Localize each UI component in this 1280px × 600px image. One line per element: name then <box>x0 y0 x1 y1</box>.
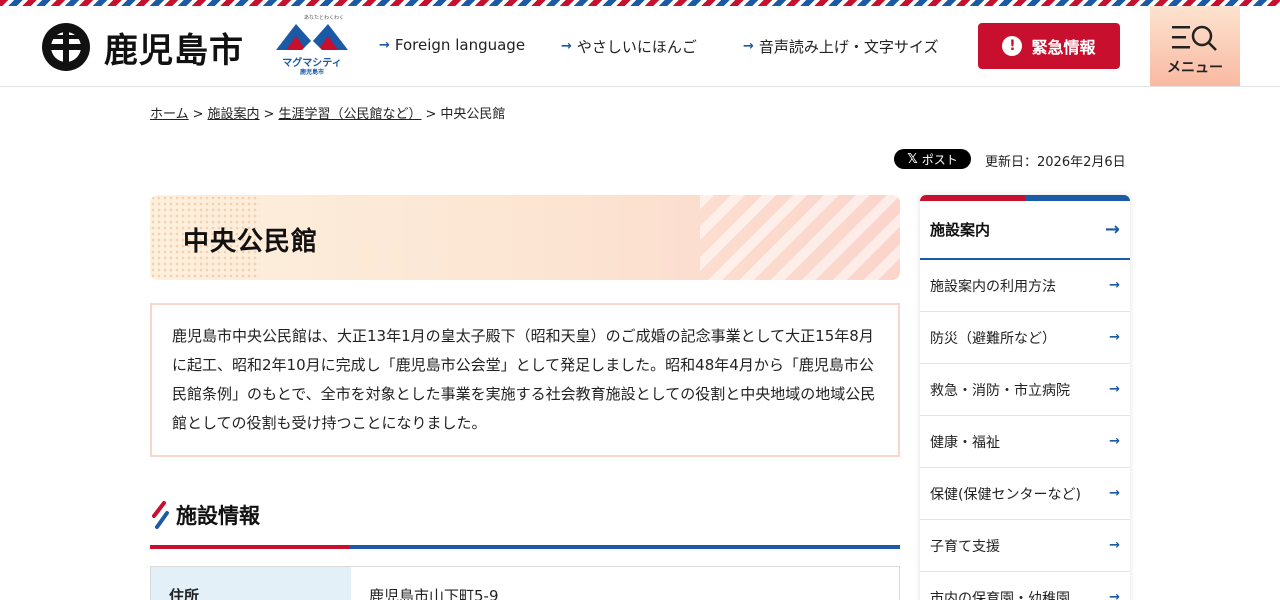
alert-icon: ! <box>1002 36 1023 56</box>
arrow-right-icon: → <box>379 37 390 53</box>
easy-japanese-label: やさしいにほんご <box>576 38 697 56</box>
sidebar-item-label: 健康・福祉 <box>930 434 1000 451</box>
city-emblem-icon <box>42 23 90 71</box>
breadcrumb-separator: > <box>263 107 275 122</box>
sidebar-item-label: 防災（避難所など） <box>930 330 1056 347</box>
updated-date: 更新日：2026年2月6日 <box>985 155 1126 170</box>
sidebar-heading: 施設案内 <box>930 221 991 239</box>
sidebar-item-label: 施設案内の利用方法 <box>930 278 1056 295</box>
emergency-label: 緊急情報 <box>1031 38 1096 57</box>
sub-logo-tagline: あなたとわくわく <box>304 15 345 21</box>
easy-japanese-link[interactable]: → やさしいにほんご <box>561 36 697 57</box>
arrow-right-icon: → <box>1109 382 1120 397</box>
site-name: 鹿児島市 <box>104 30 244 71</box>
table-header-address: 住所 <box>151 567 351 600</box>
breadcrumb-home[interactable]: ホーム <box>150 107 189 122</box>
banner-stripes-decoration <box>700 195 900 280</box>
breadcrumb: ホーム > 施設案内 > 生涯学習（公民館など） > 中央公民館 <box>150 103 505 122</box>
post-label: ポスト <box>921 152 958 167</box>
sidebar-item-health[interactable]: 健康・福祉 → <box>920 416 1130 468</box>
foreign-language-link[interactable]: → Foreign language <box>379 36 525 54</box>
intro-text: 鹿児島市中央公民館は、大正13年1月の皇太子殿下（昭和天皇）のご成婚の記念事業と… <box>150 303 900 457</box>
arrow-right-icon: → <box>1109 590 1120 600</box>
breadcrumb-current: 中央公民館 <box>440 107 506 122</box>
sidebar-item-label: 保健(保健センターなど) <box>930 486 1081 503</box>
menu-button[interactable]: メニュー <box>1150 6 1240 86</box>
sidebar-item-childcare[interactable]: 子育て支援 → <box>920 520 1130 572</box>
sub-logo-label: マグマシティ <box>282 58 342 69</box>
accessibility-label: 音声読み上げ・文字サイズ <box>758 38 939 56</box>
sidebar-item-label: 救急・消防・市立病院 <box>930 382 1070 399</box>
menu-search-icon <box>1172 25 1217 51</box>
arrow-right-icon: → <box>1109 330 1120 345</box>
x-post-button[interactable]: 𝕏 ポスト <box>894 149 971 169</box>
arrow-right-icon: → <box>1109 434 1120 449</box>
sidebar-item-disaster[interactable]: 防災（避難所など） → <box>920 312 1130 364</box>
facility-info-table: 住所 鹿児島市山下町5-9 <box>150 566 900 600</box>
magma-city-logo[interactable]: あなたとわくわく マグマシティ 鹿児島市 <box>272 15 352 80</box>
arrow-right-icon: → <box>561 39 572 54</box>
page-title: 中央公民館 <box>183 227 319 257</box>
slash-decoration-icon <box>152 501 169 529</box>
arrow-right-icon: → <box>1109 486 1120 501</box>
arrow-right-icon: → <box>743 39 754 54</box>
breadcrumb-facilities[interactable]: 施設案内 <box>208 107 260 122</box>
table-cell-address: 鹿児島市山下町5-9 <box>369 587 499 600</box>
sidebar-item-health-center[interactable]: 保健(保健センターなど) → <box>920 468 1130 520</box>
breadcrumb-separator: > <box>192 107 204 122</box>
sidebar-item-nursery[interactable]: 市内の保育園・幼稚園 → <box>920 572 1130 600</box>
sidebar-item-label: 子育て支援 <box>930 538 1000 555</box>
sidebar-heading-link[interactable]: 施設案内 → <box>920 201 1130 260</box>
sub-logo-city: 鹿児島市 <box>299 69 324 76</box>
site-header: 鹿児島市 あなたとわくわく マグマシティ 鹿児島市 → Foreign lang… <box>0 6 1280 87</box>
accessibility-link[interactable]: → 音声読み上げ・文字サイズ <box>743 36 938 57</box>
section-heading: 施設情報 <box>150 500 260 530</box>
breadcrumb-separator: > <box>425 107 437 122</box>
sidebar-item-usage[interactable]: 施設案内の利用方法 → <box>920 260 1130 312</box>
sidebar-item-label: 市内の保育園・幼稚園 <box>930 590 1070 600</box>
arrow-right-icon: → <box>1104 219 1120 240</box>
site-logo[interactable]: 鹿児島市 <box>40 20 244 74</box>
sidebar-item-emergency[interactable]: 救急・消防・市立病院 → <box>920 364 1130 416</box>
page-title-banner: 中央公民館 <box>150 195 900 280</box>
magma-city-mark-icon <box>276 24 348 50</box>
sidebar-nav: 施設案内 → 施設案内の利用方法 → 防災（避難所など） → 救急・消防・市立病… <box>920 195 1130 600</box>
arrow-right-icon: → <box>1109 538 1120 553</box>
section-divider <box>150 545 900 549</box>
breadcrumb-lifelong-learning[interactable]: 生涯学習（公民館など） <box>278 107 421 122</box>
arrow-right-icon: → <box>1109 278 1120 293</box>
foreign-language-label: Foreign language <box>394 36 526 54</box>
section-title: 施設情報 <box>176 504 260 528</box>
x-logo-icon: 𝕏 <box>907 151 918 167</box>
emergency-info-button[interactable]: ! 緊急情報 <box>978 23 1120 69</box>
menu-label: メニュー <box>1167 60 1223 76</box>
